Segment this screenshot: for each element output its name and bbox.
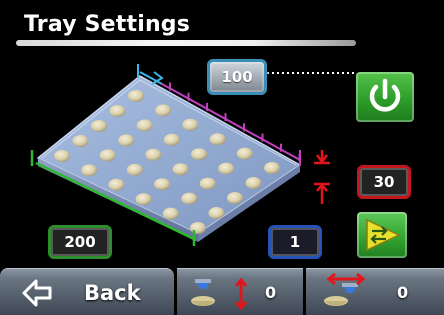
back-label: Back (84, 281, 141, 305)
tray-item (162, 207, 179, 220)
height-guide (314, 150, 330, 204)
tray-item (227, 192, 243, 204)
tray-item (190, 222, 206, 234)
swap-button[interactable] (357, 212, 407, 258)
tray-item (118, 134, 135, 147)
tray-settings-screen: Tray Settings 100 30 200 1 Back 0 0 (0, 0, 444, 315)
move-y-value: 0 (265, 283, 277, 302)
tray-item (99, 149, 116, 162)
tray-item (54, 150, 70, 162)
move-x-tab[interactable]: 0 (306, 268, 444, 315)
back-arrow-icon (22, 279, 52, 307)
move-y-tab[interactable]: 0 (177, 268, 303, 315)
tray-item (199, 177, 216, 190)
tray-item (128, 90, 144, 102)
tray-item (245, 177, 262, 189)
tray-item (209, 133, 226, 146)
tray-item (72, 135, 89, 147)
tray-item (172, 163, 189, 176)
tray-item (145, 148, 162, 161)
power-icon (369, 78, 401, 112)
tray-item (136, 119, 153, 132)
tray-item (108, 178, 125, 191)
tray-item (264, 162, 280, 174)
bottom-bar: Back 0 0 (0, 268, 444, 315)
tray-item (218, 162, 235, 175)
count-x-value-box[interactable]: 100 (207, 59, 267, 95)
tray-item (155, 104, 172, 117)
power-button[interactable] (356, 72, 414, 122)
length-value-box[interactable]: 200 (48, 225, 112, 259)
tray-item (208, 207, 225, 219)
count-y-value-box[interactable]: 1 (268, 225, 322, 259)
height-value-box[interactable]: 30 (357, 165, 411, 199)
tray-item (154, 178, 171, 191)
tray-item (163, 133, 180, 146)
tray-item (182, 118, 199, 131)
swap-icon (366, 218, 401, 252)
back-button[interactable]: Back (0, 268, 174, 315)
tray-item (91, 120, 107, 132)
tray-item (191, 148, 208, 161)
tray-item (109, 105, 126, 117)
tray-item (236, 147, 253, 160)
tray-item (81, 164, 98, 177)
move-x-value: 0 (397, 283, 409, 302)
tray-item (135, 193, 152, 206)
horizontal-move-icon (324, 272, 366, 306)
vertical-move-icon (191, 277, 248, 311)
tray-item (126, 163, 143, 176)
tray-item (181, 192, 198, 205)
